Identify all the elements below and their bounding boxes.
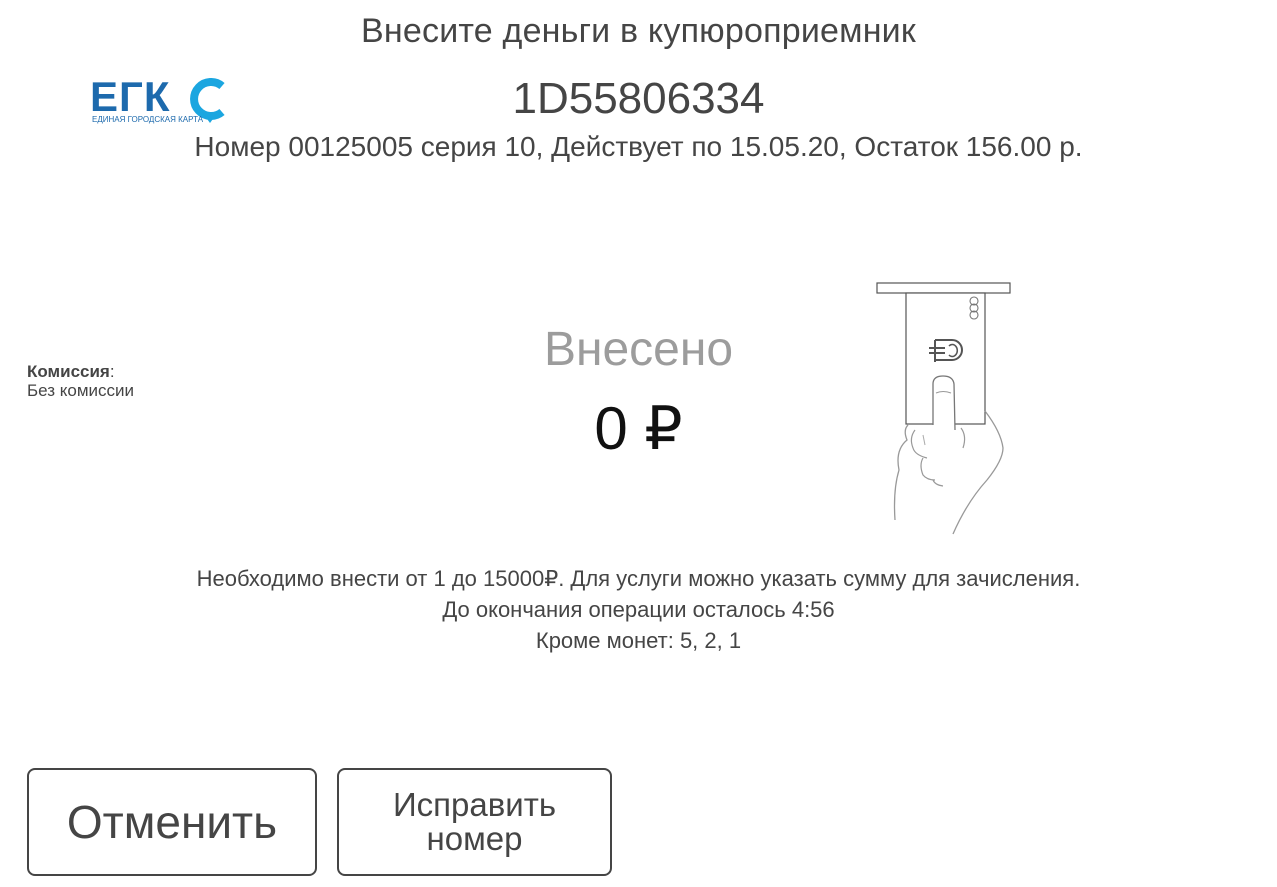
cancel-button[interactable]: Отменить xyxy=(27,768,317,876)
operation-timer: До окончания операции осталось 4:56 xyxy=(442,597,835,622)
accepted-coins-note: Кроме монет: 5, 2, 1 xyxy=(535,628,742,653)
card-info: Номер 00125005 серия 10, Действует по 15… xyxy=(194,131,1083,162)
deposited-amount: 0 ₽ xyxy=(594,395,683,462)
page-title: Внесите деньги в купюроприемник xyxy=(361,12,916,50)
deposited-label: Внесено xyxy=(543,323,734,376)
card-id: 1D55806334 xyxy=(512,74,765,123)
deposit-range-hint: Необходимо внести от 1 до 15000₽. Для ус… xyxy=(196,566,1081,591)
hand-inserting-banknote-icon xyxy=(876,282,1011,535)
fix-number-button[interactable]: Исправить номер xyxy=(337,768,612,876)
